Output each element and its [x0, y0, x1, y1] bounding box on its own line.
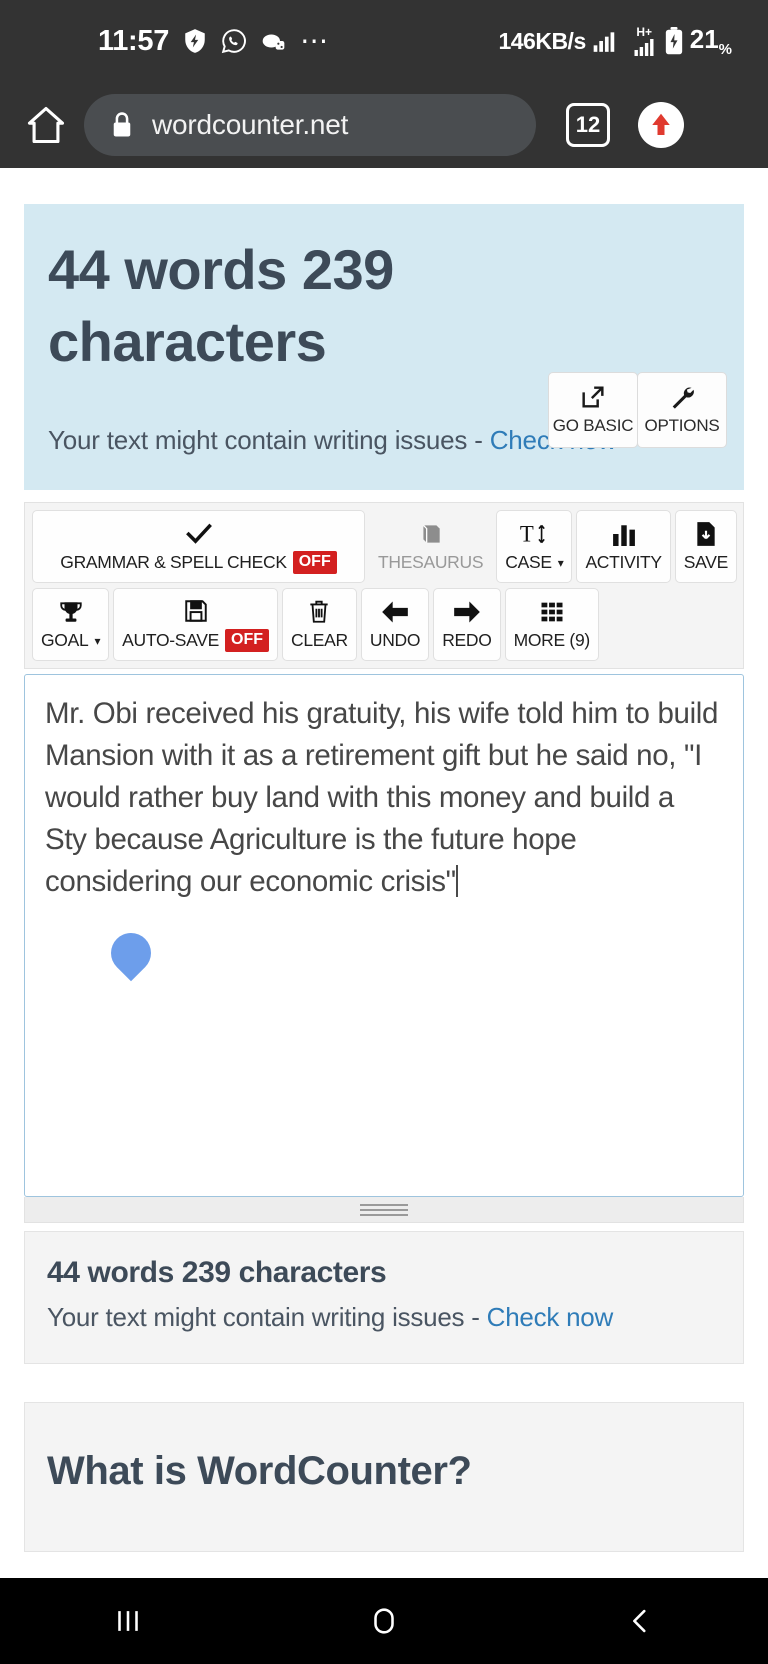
grammar-spell-check-button[interactable]: GRAMMAR & SPELL CHECK OFF	[32, 510, 365, 584]
browser-toolbar: wordcounter.net 12	[0, 82, 768, 168]
url-text: wordcounter.net	[152, 109, 349, 140]
auto-save-label: AUTO-SAVE OFF	[122, 629, 269, 653]
tab-counter-button[interactable]: 12	[566, 103, 610, 147]
android-nav-bar	[0, 1578, 768, 1664]
activity-label: ACTIVITY	[585, 552, 662, 573]
back-button[interactable]	[512, 1604, 768, 1638]
address-bar[interactable]: wordcounter.net	[84, 94, 536, 156]
goal-label: GOAL ▾	[41, 630, 101, 651]
article-panel: What is WordCounter?	[24, 1402, 744, 1553]
hero-word-count: 44 words 239 characters	[48, 238, 394, 373]
grid-dots-icon	[538, 599, 566, 625]
recents-button[interactable]	[0, 1604, 256, 1638]
grammar-status-badge: OFF	[292, 551, 337, 575]
case-label: CASE ▾	[505, 552, 564, 573]
network-speed: 146KB/s	[498, 27, 586, 54]
wrench-icon	[668, 384, 696, 410]
network-type-label: H+	[636, 25, 653, 39]
svg-text:T: T	[520, 522, 534, 547]
hero-issue-text: Your text might contain writing issues -	[48, 425, 490, 456]
more-label: MORE (9)	[513, 630, 591, 651]
page-content: 44 words 239 characters GO BASIC OPTIONS…	[0, 204, 768, 1664]
go-basic-button[interactable]: GO BASIC	[548, 372, 638, 448]
chevron-down-icon: ▾	[94, 633, 101, 648]
options-button[interactable]: OPTIONS	[637, 372, 727, 448]
save-button[interactable]: SAVE	[674, 510, 737, 584]
text-caret	[455, 864, 458, 897]
checkmark-icon	[185, 520, 213, 546]
toolbar-row-2: GOAL ▾ AUTO-SAVE OFF CLEAR UNDO REDO MOR…	[32, 588, 737, 662]
arrow-left-icon	[381, 599, 409, 625]
goal-button[interactable]: GOAL ▾	[32, 588, 110, 662]
summary-panel: 44 words 239 characters Your text might …	[24, 1231, 744, 1365]
file-download-icon	[693, 521, 719, 547]
home-icon[interactable]	[22, 101, 70, 149]
trophy-icon	[58, 599, 84, 625]
status-bar-right: 146KB/s H+ 21%	[498, 24, 740, 58]
hero-counter-panel: 44 words 239 characters GO BASIC OPTIONS…	[24, 204, 744, 491]
summary-issue-notice: Your text might contain writing issues -…	[47, 1302, 721, 1333]
text-editor-area[interactable]: Mr. Obi received his gratuity, his wife …	[24, 674, 744, 1198]
redo-label: REDO	[442, 630, 492, 651]
thesaurus-button[interactable]: THESAURUS	[369, 510, 492, 583]
summary-check-now-link[interactable]: Check now	[487, 1302, 614, 1332]
battery-percent: 21%	[689, 23, 732, 59]
home-button[interactable]	[256, 1604, 512, 1638]
whatsapp-icon	[221, 28, 247, 54]
text-height-icon: T	[519, 521, 549, 547]
save-label: SAVE	[683, 552, 729, 573]
status-bar: 11:57 ⋯ 146KB/s H+ 21%	[0, 0, 768, 82]
shield-bolt-icon	[182, 28, 208, 54]
more-button[interactable]: MORE (9)	[504, 588, 599, 662]
trash-icon	[307, 599, 331, 625]
battery-icon	[663, 27, 685, 55]
clear-button[interactable]: CLEAR	[282, 588, 357, 662]
arrow-right-icon	[453, 599, 481, 625]
redo-button[interactable]: REDO	[433, 588, 501, 662]
editor-toolbar: GRAMMAR & SPELL CHECK OFF THESAURUS T CA…	[24, 502, 744, 670]
toolbar-row-1: GRAMMAR & SPELL CHECK OFF THESAURUS T CA…	[32, 510, 737, 584]
overflow-dots-icon: ⋯	[300, 24, 331, 56]
case-button[interactable]: T CASE ▾	[496, 510, 573, 584]
hero-action-buttons: GO BASIC OPTIONS	[548, 372, 727, 448]
floppy-disk-icon	[183, 598, 209, 624]
grabber-lines	[360, 1201, 408, 1219]
thesaurus-label: THESAURUS	[378, 552, 484, 573]
go-basic-label: GO BASIC	[552, 416, 634, 435]
summary-word-count: 44 words 239 characters	[47, 1256, 387, 1290]
clear-label: CLEAR	[291, 630, 348, 651]
clock: 11:57	[98, 24, 170, 57]
activity-button[interactable]: ACTIVITY	[576, 510, 671, 584]
resize-grabber[interactable]	[24, 1197, 744, 1224]
upload-arrow-icon[interactable]	[638, 102, 684, 148]
auto-save-button[interactable]: AUTO-SAVE OFF	[113, 588, 278, 662]
lock-icon	[110, 111, 134, 139]
external-link-icon	[579, 384, 607, 410]
signal-hplus-group: H+	[631, 26, 658, 56]
undo-button[interactable]: UNDO	[360, 588, 430, 662]
editor-content: Mr. Obi received his gratuity, his wife …	[45, 697, 719, 898]
book-icon	[417, 521, 445, 547]
chevron-down-icon: ▾	[557, 555, 564, 570]
grammar-spell-check-label: GRAMMAR & SPELL CHECK OFF	[60, 551, 337, 575]
article-title: What is WordCounter?	[47, 1449, 472, 1494]
signal-bars-2-icon	[631, 38, 658, 56]
text-cursor-handle[interactable]	[102, 925, 160, 982]
options-label: OPTIONS	[644, 416, 720, 435]
auto-save-status-badge: OFF	[225, 629, 269, 653]
signal-bars-icon	[591, 28, 618, 54]
status-bar-left: 11:57 ⋯	[28, 25, 498, 58]
undo-label: UNDO	[369, 630, 421, 651]
game-controller-icon	[260, 28, 287, 54]
bar-chart-icon	[610, 521, 638, 547]
summary-issue-text: Your text might contain writing issues -	[47, 1302, 487, 1333]
